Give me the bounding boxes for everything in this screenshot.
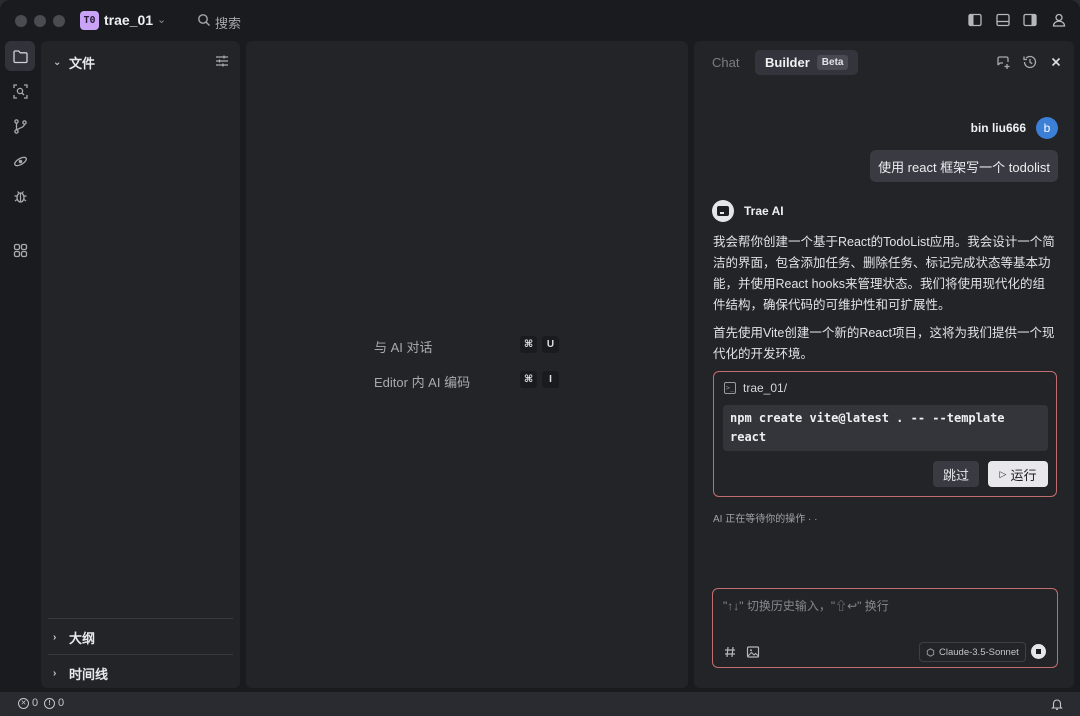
trae-ai-logo-icon: [712, 200, 734, 222]
waiting-status: AI 正在等待你的操作 · ·: [713, 514, 818, 525]
run-button-label: 运行: [1010, 467, 1037, 483]
files-icon[interactable]: [5, 41, 35, 71]
model-selector[interactable]: Claude-3.5-Sonnet: [919, 642, 1026, 662]
divider: [48, 654, 233, 655]
search-scan-icon[interactable]: [5, 76, 35, 106]
terminal-command-card: >_ trae_01/ npm create vite@latest . -- …: [713, 371, 1057, 497]
key-u: U: [542, 336, 559, 353]
close-icon[interactable]: [1048, 54, 1064, 70]
warning-count-value: 0: [58, 697, 65, 709]
command-line: npm create vite@latest . -- --template: [730, 411, 1005, 425]
hint-editor-ai-coding: Editor 内 AI 编码: [374, 375, 471, 390]
command-path: trae_01/: [743, 381, 788, 395]
ai-message-paragraph: 首先使用Vite创建一个新的React项目，这将为我们提供一个现代化的开发环境。: [713, 326, 1055, 361]
stop-button[interactable]: [1031, 644, 1046, 659]
tab-chat[interactable]: Chat: [706, 50, 745, 75]
debug-icon[interactable]: [5, 181, 35, 211]
filter-settings-icon[interactable]: [215, 54, 229, 68]
model-name: Claude-3.5-Sonnet: [939, 646, 1019, 658]
notification-bell-icon[interactable]: [1050, 697, 1064, 711]
files-panel: ⌄ 文件 › 大纲 › 时间线: [41, 41, 240, 688]
user-name: bin liu666: [970, 121, 1026, 135]
tab-builder[interactable]: Builder Beta: [755, 50, 859, 75]
search-icon[interactable]: [197, 13, 211, 27]
command-line: react: [730, 430, 767, 444]
key-i: I: [542, 371, 559, 388]
files-section-header[interactable]: ⌄ 文件: [53, 53, 95, 72]
status-bar: ✕ 0 ! 0: [0, 692, 1080, 716]
new-chat-icon[interactable]: [995, 54, 1011, 70]
history-icon[interactable]: [1022, 54, 1038, 70]
outline-title: 大纲: [69, 631, 96, 646]
play-icon: ▷: [999, 468, 1007, 479]
window-close-button[interactable]: [15, 15, 27, 27]
run-button[interactable]: ▷ 运行: [988, 461, 1048, 487]
source-control-icon[interactable]: [5, 111, 35, 141]
timeline-title: 时间线: [69, 667, 109, 682]
window-minimize-button[interactable]: [34, 15, 46, 27]
hint-chat-with-ai: 与 AI 对话: [374, 340, 433, 355]
tab-builder-label: Builder: [765, 55, 810, 70]
remote-icon[interactable]: [5, 146, 35, 176]
warning-count[interactable]: ! 0: [44, 697, 64, 709]
chat-input[interactable]: [723, 599, 1043, 613]
user-message: 使用 react 框架写一个 todolist: [870, 150, 1058, 182]
toggle-left-sidebar-icon[interactable]: [967, 12, 983, 28]
ai-panel: Chat Builder Beta bin liu666 b 使用 react …: [694, 41, 1074, 688]
app-window: T0 trae_01 ⌄ 搜索 ⌄ 文件 › 大纲 › 时间线 与 AI 对话 …: [0, 0, 1080, 716]
activity-bar: [0, 40, 40, 690]
toggle-bottom-panel-icon[interactable]: [995, 12, 1011, 28]
project-badge[interactable]: T0: [80, 11, 99, 30]
command-text[interactable]: npm create vite@latest . -- --template r…: [723, 405, 1048, 451]
error-count-value: 0: [32, 697, 39, 709]
chevron-right-icon: ›: [53, 668, 57, 679]
key-cmd: ⌘: [520, 336, 537, 353]
outline-section-header[interactable]: › 大纲: [53, 628, 95, 647]
title-bar: T0 trae_01 ⌄ 搜索: [0, 0, 1080, 40]
chevron-down-icon: ⌄: [53, 57, 62, 68]
chat-input-box: Claude-3.5-Sonnet: [712, 588, 1058, 668]
chevron-right-icon: ›: [53, 632, 57, 643]
tab-chat-label: Chat: [712, 55, 740, 70]
image-icon[interactable]: [746, 645, 760, 659]
beta-badge: Beta: [816, 55, 849, 70]
divider: [48, 618, 233, 619]
toggle-right-sidebar-icon[interactable]: [1022, 12, 1038, 28]
account-icon[interactable]: [1051, 12, 1067, 28]
extensions-icon[interactable]: [5, 235, 35, 265]
ai-message-paragraph: 我会帮你创建一个基于React的TodoList应用。我会设计一个简洁的界面，包…: [713, 235, 1055, 312]
hash-icon[interactable]: [723, 645, 737, 659]
terminal-icon: >_: [724, 382, 736, 394]
error-count[interactable]: ✕ 0: [18, 697, 38, 709]
chevron-down-icon[interactable]: ⌄: [157, 13, 166, 26]
ai-name: Trae AI: [744, 204, 784, 218]
skip-button[interactable]: 跳过: [933, 461, 979, 487]
search-label[interactable]: 搜索: [215, 13, 241, 32]
error-icon: ✕: [18, 697, 29, 709]
avatar: b: [1036, 117, 1058, 139]
warning-icon: !: [44, 697, 55, 709]
window-zoom-button[interactable]: [53, 15, 65, 27]
model-icon: [926, 647, 935, 657]
key-cmd: ⌘: [520, 371, 537, 388]
editor-area: 与 AI 对话 ⌘ U Editor 内 AI 编码 ⌘ I: [246, 41, 688, 688]
timeline-section-header[interactable]: › 时间线: [53, 664, 108, 683]
project-name[interactable]: trae_01: [104, 12, 153, 28]
files-title: 文件: [69, 56, 96, 71]
